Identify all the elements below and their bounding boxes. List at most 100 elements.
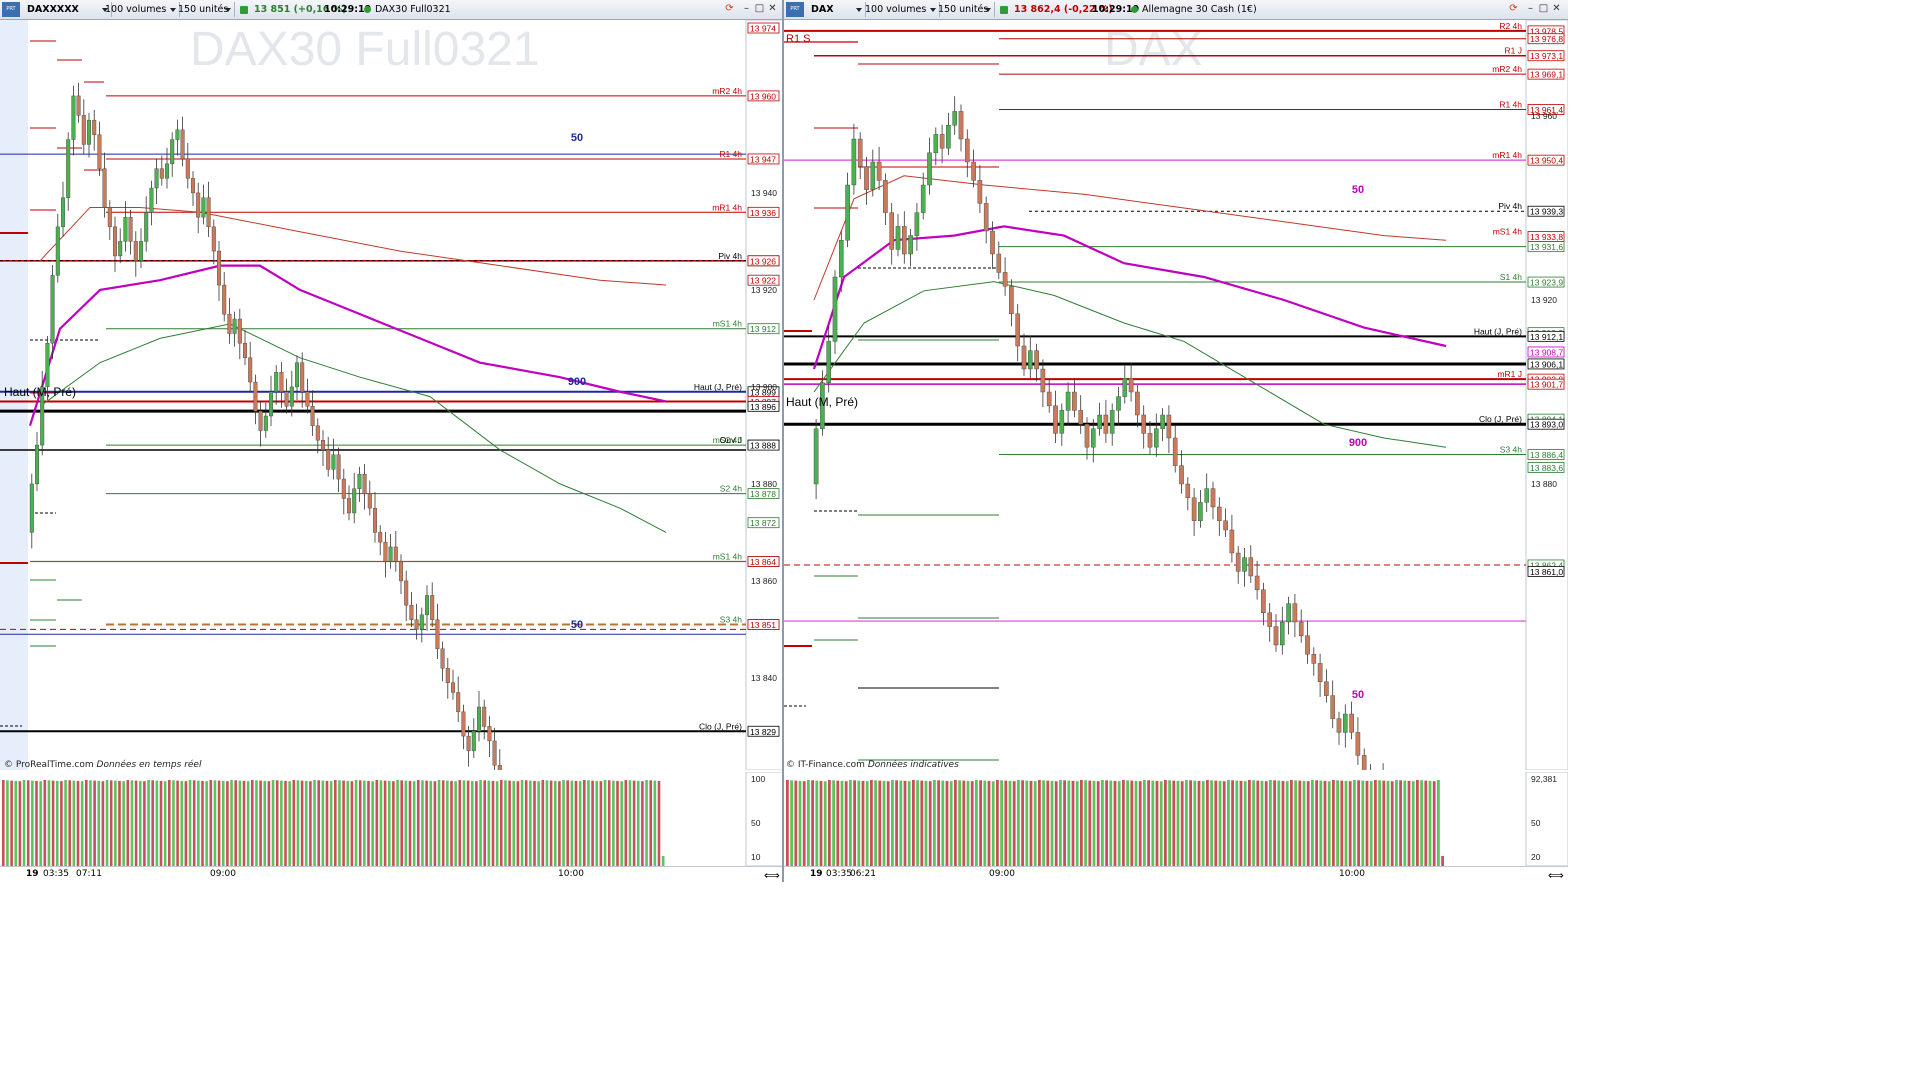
candle-body <box>393 546 398 562</box>
volume-bar <box>1386 780 1390 866</box>
candle-body <box>1172 437 1178 466</box>
scroll-settings-icon[interactable]: ⟺ <box>764 869 780 882</box>
volume-bar <box>259 780 262 866</box>
minimize-button[interactable]: – <box>741 3 752 14</box>
right-price-svg[interactable]: 5090050Haut (M, Pré)R1 SR2 4h13 978,513 … <box>784 19 1568 882</box>
volume-bar <box>450 780 453 866</box>
volume-bar <box>832 780 835 866</box>
candle-body <box>1198 502 1203 521</box>
candle-body <box>321 440 326 451</box>
volume-bar <box>1298 780 1302 866</box>
maximize-button[interactable]: □ <box>754 3 765 14</box>
units-selector[interactable]: 150 unités <box>935 2 995 17</box>
candle-body <box>889 212 894 250</box>
volume-bar <box>400 780 403 866</box>
volume-mode-selector[interactable]: 100 volumes <box>102 2 180 17</box>
volume-bar <box>991 781 995 866</box>
volume-bar <box>562 780 565 866</box>
volume-bar <box>130 780 134 866</box>
volume-bar <box>553 780 557 866</box>
left-price-chart[interactable]: 50 900 50 Haut (M, Pré) 13 974 mR2 4h 13 960 R1… <box>0 19 783 882</box>
candle-body <box>118 241 123 257</box>
volume-bar <box>1294 780 1297 866</box>
volume-bar <box>10 780 13 866</box>
candle-body <box>102 168 107 208</box>
volume-bar <box>1424 780 1428 866</box>
candle-body <box>958 111 964 140</box>
candle-body <box>845 184 850 241</box>
volume-bar <box>1382 780 1386 866</box>
volume-bar <box>14 780 18 866</box>
refresh-icon[interactable]: ⟳ <box>724 3 735 14</box>
candle-body <box>977 180 983 204</box>
volume-bar <box>661 856 665 866</box>
volume-bar <box>786 780 789 866</box>
left-volume-chart[interactable]: 100 50 10 <box>0 771 783 867</box>
candle-body <box>1002 272 1008 287</box>
candle-body <box>211 226 216 252</box>
volume-bar <box>1042 780 1045 866</box>
volume-bar <box>886 781 890 866</box>
candle-body <box>1053 405 1058 434</box>
minimize-button[interactable]: – <box>1525 3 1536 14</box>
volume-bar <box>22 780 26 866</box>
volume-bar <box>882 780 886 866</box>
volume-tick-label: 20 <box>1531 852 1541 862</box>
volume-bar <box>155 780 159 866</box>
level-price-value: 13 893,0 <box>1530 420 1563 430</box>
volume-bar <box>1004 780 1008 866</box>
volume-bar <box>85 780 88 866</box>
time-label: 03:35 <box>43 869 69 879</box>
candle-body <box>839 239 844 278</box>
volume-mode-selector[interactable]: 100 volumes <box>862 2 940 17</box>
volume-bar <box>1000 780 1003 866</box>
instrument-selector[interactable]: DAX <box>808 2 866 17</box>
level-price-value: 13 864 <box>750 557 776 567</box>
left-toolbar: PRT DAXXXXX 100 volumes 150 unités 13 85… <box>0 0 783 20</box>
volume-bar <box>840 780 844 866</box>
candle-body <box>196 192 201 218</box>
candle-body <box>461 711 466 737</box>
volume-bar <box>1273 780 1276 866</box>
volume-bar <box>1239 780 1243 866</box>
candle-body <box>404 580 409 606</box>
volume-bar <box>1054 781 1058 866</box>
instrument-selector[interactable]: DAXXXXX <box>24 2 112 17</box>
volume-bar <box>292 780 296 866</box>
volume-bar <box>853 780 856 866</box>
volume-bar <box>987 780 991 866</box>
candle-body <box>1179 465 1184 485</box>
volume-bar <box>342 780 345 866</box>
left-price-svg[interactable]: 50 900 50 Haut (M, Pré) 13 974 mR2 4h 13 960 R1… <box>0 19 783 882</box>
volume-bar <box>1357 780 1360 866</box>
right-volume-svg[interactable]: 92,381 50 20 <box>784 771 1568 867</box>
scroll-settings-icon[interactable]: ⟺ <box>1548 869 1564 882</box>
right-price-chart[interactable]: 50 900 50 Haut (M, Pré) R1 S R2 4h 13 978,5 13 … <box>784 19 1568 882</box>
candle-body <box>440 648 445 669</box>
volume-bar <box>1075 781 1079 866</box>
level-label: S3 4h <box>720 615 742 625</box>
right-volume-chart[interactable]: 92,381 50 20 <box>784 771 1568 867</box>
volume-bar <box>1403 780 1407 866</box>
credit-note: Données indicatives <box>867 760 959 770</box>
volume-bar <box>275 780 279 866</box>
volume-bar <box>55 780 59 866</box>
maximize-button[interactable]: □ <box>1538 3 1549 14</box>
units-selector[interactable]: 150 unités <box>175 2 235 17</box>
prorealtime-logo-icon: PRT <box>786 2 804 17</box>
volume-bar <box>1038 780 1041 866</box>
close-button[interactable]: ✕ <box>767 3 778 14</box>
level-price-value: 13 969,1 <box>1530 70 1563 80</box>
volume-bar <box>828 780 831 866</box>
level-label: S2 4h <box>720 484 742 494</box>
candle-body <box>1361 755 1367 775</box>
close-button[interactable]: ✕ <box>1551 3 1562 14</box>
candle-body <box>357 474 362 489</box>
level-label: mR2 4h <box>712 86 742 96</box>
volume-bar <box>338 780 341 866</box>
price-tick-label: 13 860 <box>751 576 777 586</box>
left-volume-svg[interactable]: 100 50 10 <box>0 771 783 867</box>
candle-body <box>222 284 227 315</box>
refresh-icon[interactable]: ⟳ <box>1508 3 1519 14</box>
candle-body <box>112 226 117 257</box>
